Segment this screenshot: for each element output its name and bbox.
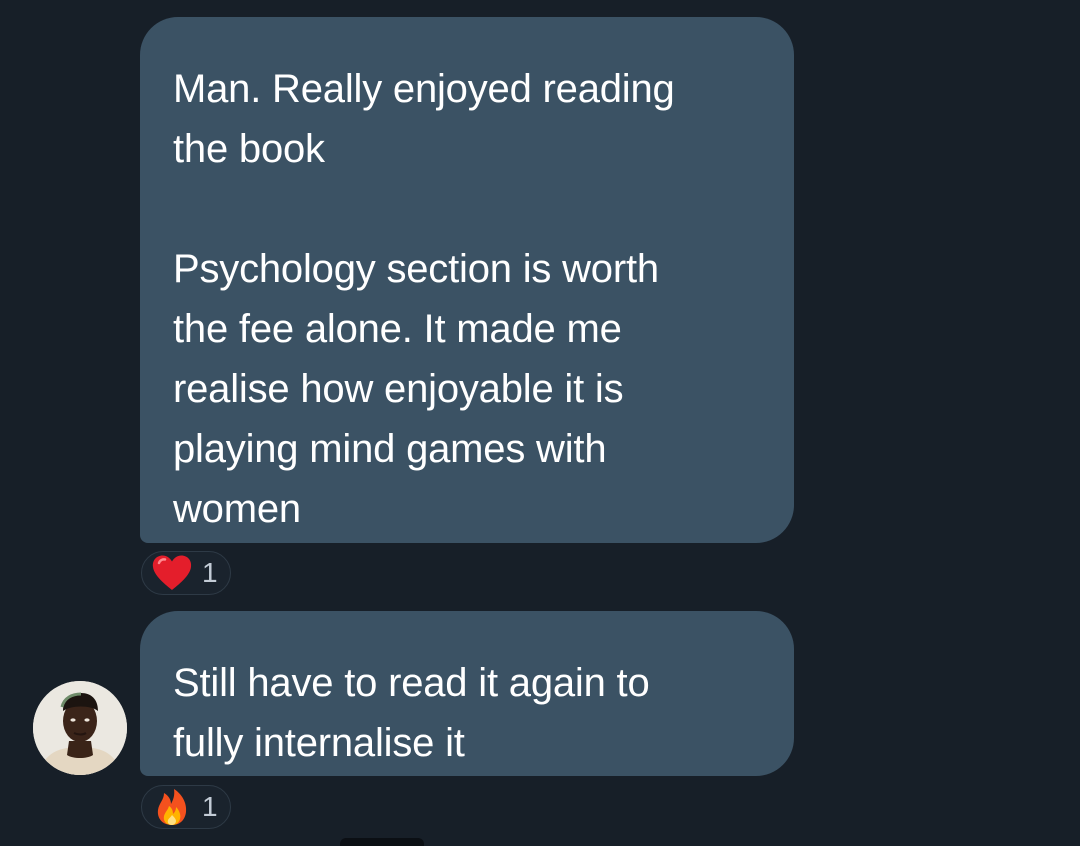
message-bubble[interactable]: Still have to read it again to fully int… [140,611,794,776]
message-text: Still have to read it again to fully int… [173,661,650,765]
message-text: Psychology section is worth the fee alon… [173,247,659,531]
message-text: Man. Really enjoyed reading the book [173,67,675,171]
next-message-edge [340,838,424,846]
fire-icon [151,788,193,826]
message-bubble[interactable]: Man. Really enjoyed reading the book Psy… [140,17,794,543]
avatar[interactable] [33,681,127,775]
reaction-chip[interactable]: 1 [141,785,231,829]
heart-icon [151,554,193,592]
reaction-chip[interactable]: 1 [141,551,231,595]
reaction-count: 1 [202,557,218,588]
reaction-count: 1 [202,791,218,822]
